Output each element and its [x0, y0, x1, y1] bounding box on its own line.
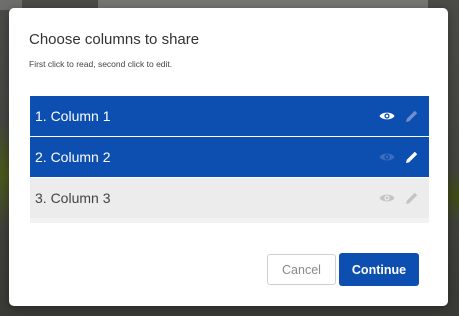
cancel-button[interactable]: Cancel	[267, 254, 336, 285]
pencil-icon[interactable]	[404, 149, 420, 165]
eye-icon[interactable]	[379, 149, 395, 165]
list-bottom-edge	[30, 218, 429, 223]
pencil-icon[interactable]	[404, 108, 420, 124]
column-item-1[interactable]: 1. Column 1	[30, 96, 429, 136]
column-item-2[interactable]: 2. Column 2	[30, 137, 429, 177]
eye-icon[interactable]	[379, 190, 395, 206]
column-label: 1. Column 1	[35, 108, 111, 124]
column-label: 3. Column 3	[35, 190, 111, 206]
column-list: 1. Column 1 2. Column 2 3. Column 3	[30, 96, 429, 223]
dialog-title: Choose columns to share	[29, 31, 200, 48]
continue-button[interactable]: Continue	[339, 253, 419, 286]
column-item-3[interactable]: 3. Column 3	[30, 178, 429, 218]
share-columns-dialog: Choose columns to share First click to r…	[9, 8, 448, 306]
column-label: 2. Column 2	[35, 149, 111, 165]
dialog-subtitle: First click to read, second click to edi…	[29, 59, 173, 69]
eye-icon[interactable]	[379, 108, 395, 124]
pencil-icon[interactable]	[404, 190, 420, 206]
